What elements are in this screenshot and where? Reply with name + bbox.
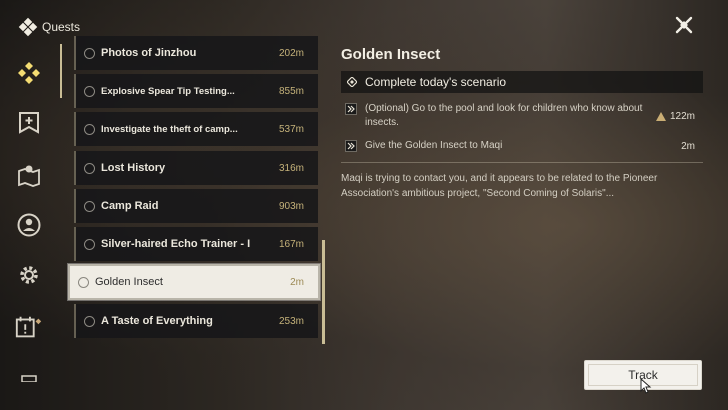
quest-status-icon bbox=[84, 47, 95, 59]
rail-guidebook-quests[interactable] bbox=[14, 260, 44, 290]
page-header: Quests bbox=[18, 17, 81, 37]
quest-item[interactable]: A Taste of Everything 253m bbox=[74, 304, 318, 338]
quest-item[interactable]: Explosive Spear Tip Testing... 855m bbox=[74, 74, 318, 108]
close-x-icon bbox=[675, 16, 693, 34]
divider bbox=[341, 162, 703, 163]
quest-distance: 316m bbox=[278, 162, 304, 174]
rail-companion-quests[interactable] bbox=[14, 108, 44, 138]
quest-distance: 253m bbox=[278, 315, 304, 327]
quest-list: Photos of Jinzhou 202m Explosive Spear T… bbox=[68, 36, 322, 410]
quest-item[interactable]: Lost History 316m bbox=[74, 151, 318, 185]
quest-distance: 537m bbox=[278, 123, 304, 135]
banner-plus-icon bbox=[19, 112, 39, 134]
page-title: Quests bbox=[42, 20, 81, 34]
quest-name: Camp Raid bbox=[101, 200, 159, 212]
quest-distance: 202m bbox=[278, 47, 304, 59]
quest-step-text: (Optional) Go to the pool and look for c… bbox=[365, 103, 643, 128]
quest-step-distance: 2m bbox=[681, 140, 695, 152]
quest-name: Explosive Spear Tip Testing... bbox=[101, 85, 235, 97]
quest-item[interactable]: Camp Raid 903m bbox=[74, 189, 318, 223]
quest-stage-text: Complete today's scenario bbox=[365, 75, 507, 89]
stage-diamond-icon bbox=[347, 77, 357, 87]
quest-item[interactable]: Investigate the theft of camp... 537m bbox=[74, 112, 318, 146]
quest-step: (Optional) Go to the pool and look for c… bbox=[341, 102, 703, 130]
mouse-cursor-icon bbox=[640, 378, 652, 394]
step-arrow-icon bbox=[345, 103, 357, 115]
diamond-cluster-icon bbox=[18, 62, 40, 84]
quest-status-icon bbox=[78, 276, 89, 288]
quest-status-icon bbox=[84, 315, 95, 327]
map-pin-icon bbox=[18, 165, 40, 187]
triangle-warning-icon bbox=[655, 111, 666, 121]
quest-status-icon bbox=[84, 162, 95, 174]
quest-step-text: Give the Golden Insect to Maqi bbox=[365, 140, 503, 151]
quest-item[interactable]: Photos of Jinzhou 202m bbox=[74, 36, 318, 70]
quest-status-icon bbox=[84, 85, 95, 97]
quest-status-icon bbox=[84, 238, 95, 250]
quest-detail-title: Golden Insect bbox=[341, 46, 441, 63]
rail-more-icon[interactable] bbox=[14, 362, 44, 392]
gear-icon bbox=[20, 266, 38, 284]
quest-name: Golden Insect bbox=[95, 276, 163, 288]
quest-name: Photos of Jinzhou bbox=[101, 47, 197, 59]
quest-stage: Complete today's scenario bbox=[341, 71, 703, 93]
quest-distance: 903m bbox=[278, 200, 304, 212]
quest-name: Investigate the theft of camp... bbox=[101, 123, 238, 135]
quest-detail-panel: Golden Insect Complete today's scenario … bbox=[341, 46, 703, 201]
rail-exploration-quests[interactable] bbox=[14, 160, 44, 190]
step-arrow-icon bbox=[345, 140, 357, 152]
quest-diamond-icon bbox=[18, 17, 38, 37]
calendar-icon bbox=[15, 316, 42, 338]
quest-category-rail bbox=[0, 44, 58, 410]
quest-distance: 2m bbox=[290, 276, 304, 288]
close-button[interactable] bbox=[673, 14, 695, 36]
quest-item-selected[interactable]: Golden Insect 2m bbox=[68, 264, 320, 300]
quest-step-distance: 122m bbox=[655, 102, 695, 130]
person-circle-icon bbox=[17, 213, 41, 237]
quest-step-distance-value: 122m bbox=[669, 110, 695, 122]
quest-status-icon bbox=[84, 200, 95, 212]
rail-main-quests[interactable] bbox=[14, 58, 44, 88]
quest-list-scrollbar[interactable] bbox=[322, 240, 325, 344]
quest-name: A Taste of Everything bbox=[101, 315, 213, 327]
quest-name: Silver-haired Echo Trainer - I bbox=[101, 238, 251, 250]
quest-step: Give the Golden Insect to Maqi 2m bbox=[341, 139, 703, 153]
quest-distance: 855m bbox=[278, 85, 304, 97]
rail-active-indicator bbox=[60, 44, 62, 98]
quest-item[interactable]: Silver-haired Echo Trainer - I 167m bbox=[74, 227, 318, 261]
rail-character-quests[interactable] bbox=[14, 210, 44, 240]
quest-status-icon bbox=[84, 123, 95, 135]
quest-distance: 167m bbox=[278, 238, 304, 250]
quest-name: Lost History bbox=[101, 162, 166, 174]
quest-description: Maqi is trying to contact you, and it ap… bbox=[341, 173, 658, 199]
rail-event-quests[interactable] bbox=[14, 312, 44, 342]
